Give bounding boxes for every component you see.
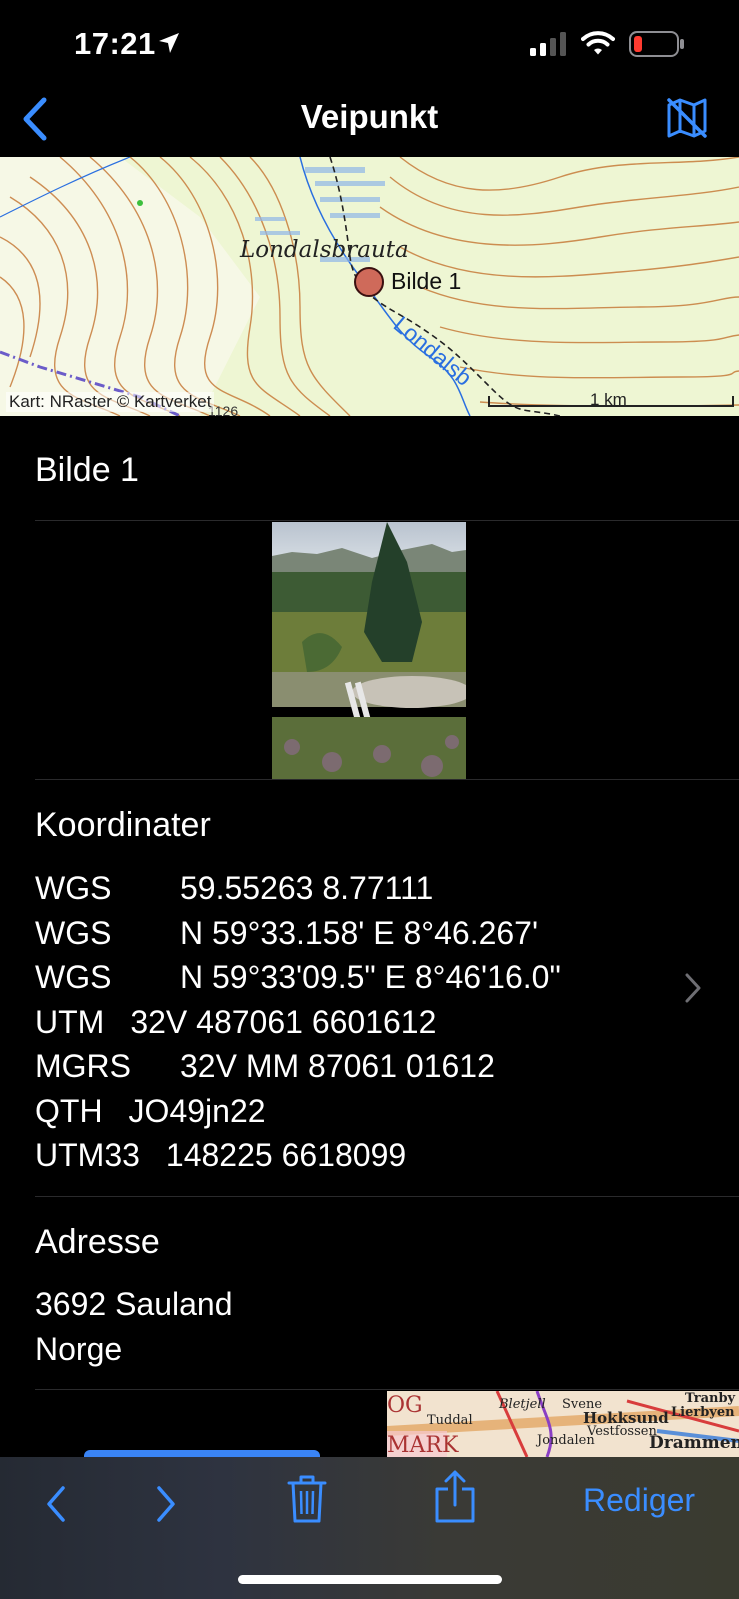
- cellular-signal-icon: [530, 32, 566, 56]
- map-place-label: Londalsbrauta: [240, 237, 409, 263]
- coordinate-value: 32V 487061 6601612: [130, 1003, 437, 1040]
- location-arrow-icon: [159, 33, 179, 53]
- address-heading: Adresse: [35, 1223, 160, 1261]
- coordinate-row-mgrs: MGRS 32V MM 87061 01612: [35, 1044, 561, 1089]
- address-line-1: 3692 Sauland: [35, 1286, 233, 1322]
- coordinate-format-label: QTH: [35, 1092, 103, 1129]
- waypoint-photo[interactable]: [272, 522, 466, 779]
- coordinate-row-wgs-decimal: WGS 59.55263 8.77111: [35, 866, 561, 911]
- overview-map-thumbnail[interactable]: OG Tuddal MARK Bletjell Svene Hokksund V…: [387, 1391, 739, 1457]
- previous-chevron-icon[interactable]: [44, 1484, 68, 1524]
- coordinate-row-utm: UTM 32V 487061 6601612: [35, 1000, 561, 1045]
- coordinate-row-wgs-dm: WGS N 59°33.158' E 8°46.267': [35, 911, 561, 956]
- divider: [35, 1196, 739, 1197]
- coordinates-list[interactable]: WGS 59.55263 8.77111 WGS N 59°33.158' E 8°…: [35, 866, 561, 1178]
- home-indicator[interactable]: [238, 1575, 502, 1584]
- next-chevron-icon[interactable]: [154, 1484, 178, 1524]
- coordinate-value: JO49jn22: [128, 1092, 266, 1129]
- divider: [35, 1389, 739, 1390]
- coordinate-format-label: WGS: [35, 870, 112, 906]
- coordinate-value: N 59°33.158' E 8°46.267': [180, 914, 539, 951]
- landscape-photo: [272, 522, 466, 779]
- map-off-icon[interactable]: [665, 96, 709, 140]
- coordinate-value: N 59°33'09.5" E 8°46'16.0": [180, 959, 561, 995]
- address-line-2: Norge: [35, 1331, 123, 1367]
- overview-map-label: Vestfossen: [587, 1424, 657, 1439]
- overview-map-label: Drammen: [649, 1433, 739, 1453]
- overview-map-label: Bletjell: [499, 1397, 546, 1412]
- coordinate-row-wgs-dms: WGS N 59°33'09.5" E 8°46'16.0": [35, 955, 561, 1000]
- coordinate-row-qth: QTH JO49jn22: [35, 1089, 561, 1134]
- navigation-bar: Veipunkt: [0, 90, 739, 157]
- edit-button[interactable]: Rediger: [583, 1482, 695, 1519]
- share-icon[interactable]: [432, 1469, 478, 1525]
- status-time: 17:21: [74, 26, 156, 61]
- status-bar: 17:21: [0, 0, 739, 90]
- wifi-icon: [581, 31, 615, 55]
- page-title: Veipunkt: [300, 98, 439, 135]
- overview-map-label: Tranby: [685, 1391, 736, 1406]
- coordinate-value: 32V MM 87061 01612: [180, 1048, 495, 1084]
- coordinate-value: 59.55263 8.77111: [180, 870, 434, 906]
- coordinate-format-label: UTM: [35, 1003, 105, 1040]
- divider: [35, 520, 739, 521]
- divider: [35, 779, 739, 780]
- coordinate-value: 148225 6618099: [165, 1137, 407, 1173]
- chevron-right-icon[interactable]: [684, 972, 702, 1004]
- coordinate-format-label: MGRS: [35, 1048, 131, 1084]
- waypoint-marker[interactable]: [354, 267, 384, 297]
- waypoint-name[interactable]: Bilde 1: [35, 451, 139, 490]
- coordinate-row-utm33: UTM33 148225 6618099: [35, 1133, 561, 1178]
- trash-icon[interactable]: [286, 1473, 328, 1525]
- waypoint-map[interactable]: Londalsb 1126 Londalsbrauta Bilde 1 Kart…: [0, 157, 739, 416]
- coordinate-format-label: WGS: [35, 959, 112, 995]
- map-attribution: Kart: NRaster © Kartverket: [6, 392, 215, 412]
- overview-map-label: Jondalen: [537, 1433, 595, 1448]
- coordinates-heading: Koordinater: [35, 806, 211, 844]
- battery-icon: [629, 31, 684, 57]
- coordinate-format-label: UTM33: [35, 1137, 140, 1173]
- address-block: 3692 Sauland Norge: [35, 1282, 233, 1372]
- bottom-toolbar: Rediger: [0, 1457, 739, 1599]
- overview-map-label: OG: [387, 1393, 423, 1418]
- overview-map-label: MARK: [387, 1433, 459, 1457]
- coordinate-format-label: WGS: [35, 914, 112, 951]
- map-scale-label: 1 km: [590, 390, 627, 409]
- overview-map-label: Tuddal: [427, 1413, 473, 1428]
- map-waypoint-label: Bilde 1: [391, 268, 462, 294]
- overview-map-label: Lierbyen: [671, 1405, 735, 1420]
